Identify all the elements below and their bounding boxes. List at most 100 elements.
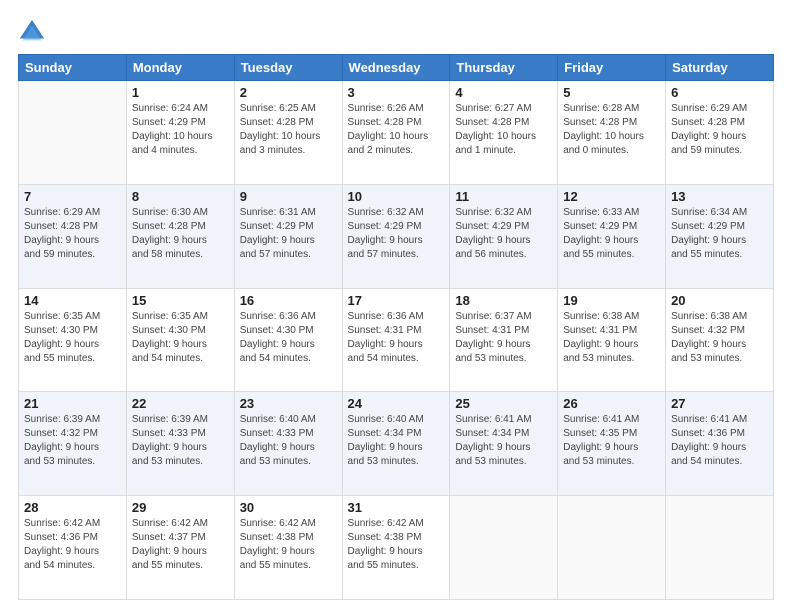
calendar-cell: 21 Sunrise: 6:39 AM Sunset: 4:32 PM Dayli… <box>19 392 127 496</box>
calendar-cell: 6 Sunrise: 6:29 AM Sunset: 4:28 PM Daylig… <box>666 81 774 185</box>
day-info: Sunrise: 6:41 AM Sunset: 4:35 PM Dayligh… <box>563 413 660 469</box>
calendar-cell <box>450 496 558 600</box>
calendar-cell: 27 Sunrise: 6:41 AM Sunset: 4:36 PM Dayli… <box>666 392 774 496</box>
day-info: Sunrise: 6:24 AM Sunset: 4:29 PM Dayligh… <box>132 102 229 158</box>
calendar-cell: 8Sunrise: 6:30 AM Sunset: 4:28 PM Daylig… <box>126 184 234 288</box>
weekday-header-wednesday: Wednesday <box>342 55 450 81</box>
weekday-header-sunday: Sunday <box>19 55 127 81</box>
day-number: 27 <box>671 396 768 411</box>
day-info: Sunrise: 6:31 AM Sunset: 4:29 PM Dayligh… <box>240 206 337 262</box>
day-info: Sunrise: 6:40 AM Sunset: 4:33 PM Dayligh… <box>240 413 337 469</box>
week-row-2: 7 Sunrise: 6:29 AM Sunset: 4:28 PM Daylig… <box>19 184 774 288</box>
calendar-cell: 15 Sunrise: 6:35 AM Sunset: 4:30 PM Dayli… <box>126 288 234 392</box>
day-number: 4 <box>455 85 552 100</box>
day-number: 25 <box>455 396 552 411</box>
calendar-cell: 5 Sunrise: 6:28 AM Sunset: 4:28 PM Daylig… <box>558 81 666 185</box>
day-number: 17 <box>348 293 445 308</box>
week-row-1: 1Sunrise: 6:24 AM Sunset: 4:29 PM Daylig… <box>19 81 774 185</box>
calendar-cell: 26 Sunrise: 6:41 AM Sunset: 4:35 PM Dayli… <box>558 392 666 496</box>
day-info: Sunrise: 6:27 AM Sunset: 4:28 PM Dayligh… <box>455 102 552 158</box>
calendar-cell: 3 Sunrise: 6:26 AM Sunset: 4:28 PM Daylig… <box>342 81 450 185</box>
calendar-cell: 18 Sunrise: 6:37 AM Sunset: 4:31 PM Dayli… <box>450 288 558 392</box>
weekday-header-row: SundayMondayTuesdayWednesdayThursdayFrid… <box>19 55 774 81</box>
day-info: Sunrise: 6:41 AM Sunset: 4:34 PM Dayligh… <box>455 413 552 469</box>
day-info: Sunrise: 6:35 AM Sunset: 4:30 PM Dayligh… <box>24 310 121 366</box>
day-number: 30 <box>240 500 337 515</box>
week-row-4: 21 Sunrise: 6:39 AM Sunset: 4:32 PM Dayli… <box>19 392 774 496</box>
day-number: 22 <box>132 396 229 411</box>
day-info: Sunrise: 6:40 AM Sunset: 4:34 PM Dayligh… <box>348 413 445 469</box>
day-info: Sunrise: 6:42 AM Sunset: 4:37 PM Dayligh… <box>132 517 229 573</box>
day-info: Sunrise: 6:29 AM Sunset: 4:28 PM Dayligh… <box>671 102 768 158</box>
calendar-cell: 24 Sunrise: 6:40 AM Sunset: 4:34 PM Dayli… <box>342 392 450 496</box>
day-info: Sunrise: 6:42 AM Sunset: 4:38 PM Dayligh… <box>240 517 337 573</box>
day-info: Sunrise: 6:42 AM Sunset: 4:38 PM Dayligh… <box>348 517 445 573</box>
day-number: 18 <box>455 293 552 308</box>
day-info: Sunrise: 6:26 AM Sunset: 4:28 PM Dayligh… <box>348 102 445 158</box>
day-info: Sunrise: 6:32 AM Sunset: 4:29 PM Dayligh… <box>455 206 552 262</box>
calendar-cell: 29 Sunrise: 6:42 AM Sunset: 4:37 PM Dayli… <box>126 496 234 600</box>
week-row-5: 28 Sunrise: 6:42 AM Sunset: 4:36 PM Dayli… <box>19 496 774 600</box>
day-number: 2 <box>240 85 337 100</box>
weekday-header-saturday: Saturday <box>666 55 774 81</box>
calendar-cell <box>19 81 127 185</box>
day-number: 29 <box>132 500 229 515</box>
day-number: 8 <box>132 189 229 204</box>
day-number: 12 <box>563 189 660 204</box>
day-info: Sunrise: 6:28 AM Sunset: 4:28 PM Dayligh… <box>563 102 660 158</box>
calendar-cell: 16 Sunrise: 6:36 AM Sunset: 4:30 PM Dayli… <box>234 288 342 392</box>
day-number: 13 <box>671 189 768 204</box>
day-info: Sunrise: 6:36 AM Sunset: 4:30 PM Dayligh… <box>240 310 337 366</box>
day-number: 21 <box>24 396 121 411</box>
day-info: Sunrise: 6:33 AM Sunset: 4:29 PM Dayligh… <box>563 206 660 262</box>
logo <box>18 18 50 46</box>
day-info: Sunrise: 6:35 AM Sunset: 4:30 PM Dayligh… <box>132 310 229 366</box>
day-number: 16 <box>240 293 337 308</box>
calendar-table: SundayMondayTuesdayWednesdayThursdayFrid… <box>18 54 774 600</box>
calendar-cell: 12 Sunrise: 6:33 AM Sunset: 4:29 PM Dayli… <box>558 184 666 288</box>
week-row-3: 14 Sunrise: 6:35 AM Sunset: 4:30 PM Dayli… <box>19 288 774 392</box>
day-number: 6 <box>671 85 768 100</box>
day-info: Sunrise: 6:29 AM Sunset: 4:28 PM Dayligh… <box>24 206 121 262</box>
day-number: 23 <box>240 396 337 411</box>
weekday-header-thursday: Thursday <box>450 55 558 81</box>
day-info: Sunrise: 6:41 AM Sunset: 4:36 PM Dayligh… <box>671 413 768 469</box>
day-info: Sunrise: 6:38 AM Sunset: 4:31 PM Dayligh… <box>563 310 660 366</box>
day-number: 7 <box>24 189 121 204</box>
day-number: 26 <box>563 396 660 411</box>
day-number: 9 <box>240 189 337 204</box>
calendar-cell: 1Sunrise: 6:24 AM Sunset: 4:29 PM Daylig… <box>126 81 234 185</box>
day-number: 14 <box>24 293 121 308</box>
calendar-cell: 7 Sunrise: 6:29 AM Sunset: 4:28 PM Daylig… <box>19 184 127 288</box>
day-info: Sunrise: 6:32 AM Sunset: 4:29 PM Dayligh… <box>348 206 445 262</box>
day-info: Sunrise: 6:25 AM Sunset: 4:28 PM Dayligh… <box>240 102 337 158</box>
day-number: 28 <box>24 500 121 515</box>
calendar-cell: 25 Sunrise: 6:41 AM Sunset: 4:34 PM Dayli… <box>450 392 558 496</box>
calendar-cell <box>558 496 666 600</box>
calendar-cell: 30 Sunrise: 6:42 AM Sunset: 4:38 PM Dayli… <box>234 496 342 600</box>
calendar-cell: 13 Sunrise: 6:34 AM Sunset: 4:29 PM Dayli… <box>666 184 774 288</box>
day-info: Sunrise: 6:34 AM Sunset: 4:29 PM Dayligh… <box>671 206 768 262</box>
calendar-cell: 23 Sunrise: 6:40 AM Sunset: 4:33 PM Dayli… <box>234 392 342 496</box>
day-number: 15 <box>132 293 229 308</box>
day-info: Sunrise: 6:39 AM Sunset: 4:33 PM Dayligh… <box>132 413 229 469</box>
day-info: Sunrise: 6:36 AM Sunset: 4:31 PM Dayligh… <box>348 310 445 366</box>
calendar-cell: 17 Sunrise: 6:36 AM Sunset: 4:31 PM Dayli… <box>342 288 450 392</box>
day-number: 20 <box>671 293 768 308</box>
day-number: 24 <box>348 396 445 411</box>
day-info: Sunrise: 6:42 AM Sunset: 4:36 PM Dayligh… <box>24 517 121 573</box>
calendar-cell <box>666 496 774 600</box>
weekday-header-tuesday: Tuesday <box>234 55 342 81</box>
weekday-header-friday: Friday <box>558 55 666 81</box>
calendar-cell: 19 Sunrise: 6:38 AM Sunset: 4:31 PM Dayli… <box>558 288 666 392</box>
day-number: 3 <box>348 85 445 100</box>
day-info: Sunrise: 6:37 AM Sunset: 4:31 PM Dayligh… <box>455 310 552 366</box>
day-number: 19 <box>563 293 660 308</box>
day-number: 31 <box>348 500 445 515</box>
page: SundayMondayTuesdayWednesdayThursdayFrid… <box>0 0 792 612</box>
day-number: 5 <box>563 85 660 100</box>
calendar-cell: 14 Sunrise: 6:35 AM Sunset: 4:30 PM Dayli… <box>19 288 127 392</box>
logo-icon <box>18 18 46 46</box>
day-info: Sunrise: 6:39 AM Sunset: 4:32 PM Dayligh… <box>24 413 121 469</box>
calendar-cell: 11Sunrise: 6:32 AM Sunset: 4:29 PM Dayli… <box>450 184 558 288</box>
